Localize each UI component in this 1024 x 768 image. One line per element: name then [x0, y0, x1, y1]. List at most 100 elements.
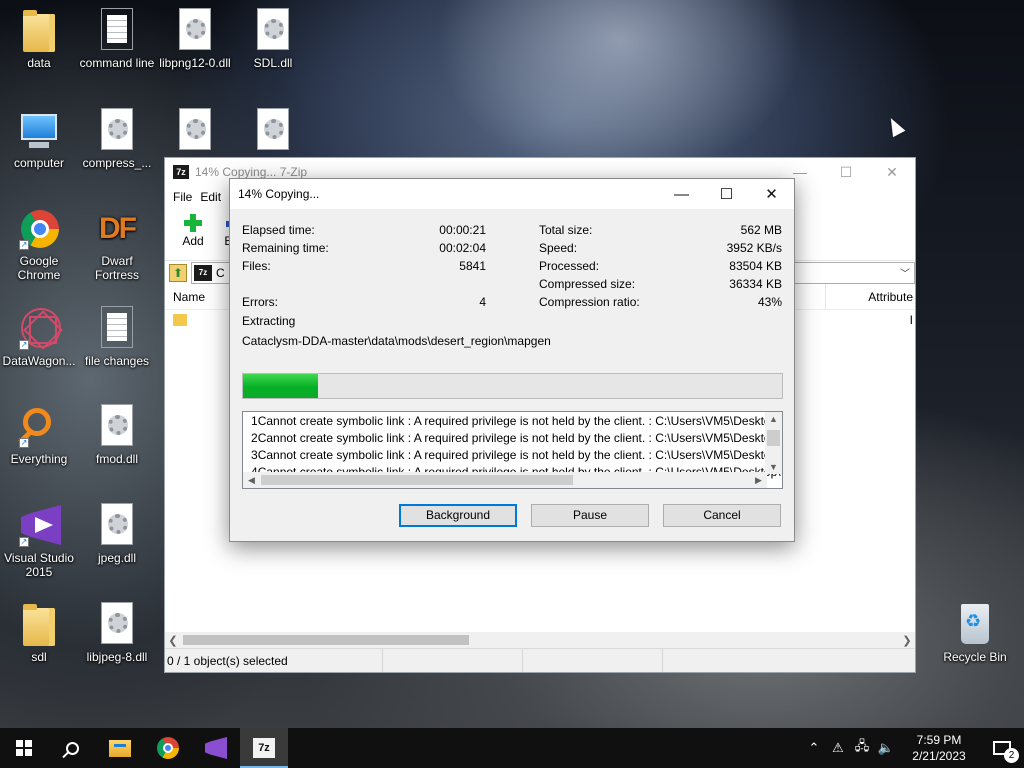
desktop-icon-file-changes[interactable]: file changes	[78, 306, 156, 368]
processed-value: 83504 KB	[729, 259, 782, 273]
desktop-icon-visual-studio[interactable]: ↗ Visual Studio 2015	[0, 503, 78, 579]
desktop-icon-label: sdl	[31, 650, 47, 664]
dwarf-fortress-icon: DF	[99, 212, 137, 245]
desktop-icon-dll[interactable]	[234, 108, 312, 156]
log-row-message: Cannot create symbolic link : A required…	[257, 430, 783, 445]
desktop-icon-data[interactable]: data	[0, 8, 78, 70]
desktop-icon-libpng[interactable]: libpng12-0.dll	[156, 8, 234, 70]
scrollbar-thumb[interactable]	[261, 475, 573, 485]
clock[interactable]: 7:59 PM 2/21/2023	[898, 732, 980, 764]
log-row[interactable]: 1 Cannot create symbolic link : A require…	[243, 412, 782, 429]
menu-file[interactable]: File	[169, 190, 196, 204]
security-alert-icon[interactable]: ⚠	[826, 740, 850, 756]
notification-count: 2	[1004, 748, 1019, 763]
action-center-button[interactable]: 2	[980, 728, 1024, 768]
log-row[interactable]: 2 Cannot create symbolic link : A require…	[243, 429, 782, 446]
scroll-right-icon[interactable]: ▶	[750, 472, 767, 488]
taskbar-visual-studio[interactable]	[192, 728, 240, 768]
desktop-icon-label: SDL.dll	[253, 56, 293, 70]
file-explorer-icon	[109, 739, 131, 757]
menu-edit[interactable]: Edit	[196, 190, 225, 204]
progress-bar-fill	[243, 374, 319, 398]
status-bar: 0 / 1 object(s) selected	[165, 648, 915, 672]
desktop-icon-label: fmod.dll	[95, 452, 139, 466]
up-folder-icon[interactable]: ⬆	[169, 263, 187, 282]
scrollbar-thumb[interactable]	[183, 635, 469, 645]
progress-bar	[242, 373, 783, 399]
elapsed-time-label: Elapsed time:	[242, 223, 315, 237]
plus-icon	[184, 214, 202, 232]
copy-progress-dialog: 14% Copying... — ☐ ✕ Elapsed time: 00:00…	[229, 178, 795, 542]
folder-icon	[23, 10, 55, 52]
desktop-icon-libjpeg[interactable]: libjpeg-8.dll	[78, 602, 156, 664]
desktop-icon-command-line[interactable]: command line	[78, 8, 156, 70]
background-button[interactable]: Background	[399, 504, 517, 527]
desktop-icon-recycle-bin[interactable]: Recycle Bin	[936, 602, 1014, 664]
text-file-icon	[101, 8, 133, 50]
cancel-button[interactable]: Cancel	[663, 504, 781, 527]
taskbar-chrome[interactable]	[144, 728, 192, 768]
scroll-down-icon[interactable]: ▼	[765, 460, 782, 474]
start-button[interactable]	[0, 728, 48, 768]
clock-time: 7:59 PM	[916, 733, 962, 747]
files-label: Files:	[242, 259, 271, 273]
shortcut-arrow-icon: ↗	[19, 438, 29, 448]
desktop-icon-jpeg[interactable]: jpeg.dll	[78, 503, 156, 565]
log-row[interactable]: 3 Cannot create symbolic link : A require…	[243, 446, 782, 463]
scroll-left-icon[interactable]: ❮	[165, 634, 181, 647]
list-item-attribute: I	[909, 313, 913, 327]
status-pane	[523, 649, 663, 672]
minimize-button[interactable]: —	[659, 179, 704, 209]
error-log-list[interactable]: 1 Cannot create symbolic link : A require…	[242, 411, 783, 489]
horizontal-scrollbar[interactable]: ❮ ❯	[165, 632, 915, 648]
desktop-icon-fmod[interactable]: fmod.dll	[78, 404, 156, 466]
mouse-cursor-icon	[884, 114, 906, 138]
desktop-icon-datawagon[interactable]: ↗ DataWagon...	[0, 306, 78, 368]
folder-icon	[173, 314, 187, 326]
chrome-icon	[157, 737, 179, 759]
dll-file-icon	[101, 108, 133, 150]
scroll-right-icon[interactable]: ❯	[899, 634, 915, 647]
maximize-button[interactable]: ☐	[704, 179, 749, 209]
shortcut-arrow-icon: ↗	[19, 537, 29, 547]
desktop-icon-computer[interactable]: computer	[0, 108, 78, 170]
desktop-icon-dwarf-fortress[interactable]: DF Dwarf Fortress	[78, 206, 156, 282]
add-button-label: Add	[182, 234, 204, 248]
scrollbar-thumb[interactable]	[767, 430, 780, 446]
desktop-icon-label: libjpeg-8.dll	[86, 650, 148, 664]
errors-label: Errors:	[242, 295, 278, 309]
address-text: C	[216, 265, 225, 280]
dll-file-icon	[257, 8, 289, 50]
dialog-titlebar[interactable]: 14% Copying... — ☐ ✕	[230, 179, 794, 209]
dll-file-icon	[257, 108, 289, 150]
volume-icon[interactable]: 🔈	[874, 740, 898, 756]
desktop-icon-label: jpeg.dll	[97, 551, 137, 565]
scroll-up-icon[interactable]: ▲	[765, 412, 782, 426]
desktop-icon-google-chrome[interactable]: ↗ Google Chrome	[0, 206, 78, 282]
pause-button[interactable]: Pause	[531, 504, 649, 527]
dll-file-icon	[101, 602, 133, 644]
taskbar-7zip[interactable]: 7z	[240, 728, 288, 768]
chevron-down-icon[interactable]: ﹀	[896, 265, 914, 280]
desktop-icon-label: computer	[13, 156, 65, 170]
desktop-icon-label: libpng12-0.dll	[159, 56, 231, 70]
scroll-left-icon[interactable]: ◀	[243, 472, 260, 488]
desktop-icon-sdl-dll[interactable]: SDL.dll	[234, 8, 312, 70]
add-button[interactable]: Add	[173, 212, 213, 248]
search-button[interactable]	[48, 728, 96, 768]
network-icon[interactable]: 🖧	[850, 737, 874, 759]
column-attributes[interactable]: Attribute	[825, 284, 915, 309]
compression-ratio-value: 43%	[757, 295, 782, 309]
desktop-icon-everything[interactable]: ↗ Everything	[0, 404, 78, 466]
horizontal-scrollbar[interactable]: ◀ ▶	[243, 472, 767, 488]
desktop-icon-sdl[interactable]: sdl	[0, 602, 78, 664]
close-button[interactable]: ✕	[869, 158, 915, 186]
maximize-button[interactable]: ☐	[823, 158, 869, 186]
remaining-time-value: 00:02:04	[439, 241, 486, 255]
vertical-scrollbar[interactable]: ▲ ▼	[765, 412, 782, 474]
desktop-icon-compress[interactable]: compress_...	[78, 108, 156, 170]
7zip-icon: 7z	[253, 738, 275, 758]
taskbar-file-explorer[interactable]	[96, 728, 144, 768]
chevron-up-icon[interactable]: ⌃	[802, 740, 826, 756]
close-button[interactable]: ✕	[749, 179, 794, 209]
